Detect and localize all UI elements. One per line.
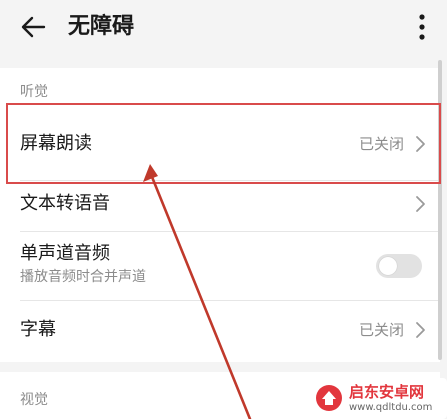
scrollbar[interactable] xyxy=(438,60,442,360)
chevron-right-icon xyxy=(416,136,425,152)
watermark-logo-icon xyxy=(316,385,342,411)
watermark-name: 启东安卓网 xyxy=(349,383,425,401)
watermark-url: www.qdltdu.com xyxy=(349,402,433,413)
setting-status: 已关闭 xyxy=(358,321,404,339)
setting-row-screen-reader[interactable]: 屏幕朗读 已关闭 xyxy=(0,108,440,180)
setting-row-captions[interactable]: 字幕 已关闭 xyxy=(0,301,440,361)
chevron-right-icon xyxy=(416,196,425,212)
section-header-vision: 视觉 xyxy=(20,392,48,408)
arrow-left-icon[interactable] xyxy=(18,12,48,42)
setting-row-text-to-speech[interactable]: 文本转语音 xyxy=(0,181,440,231)
setting-label: 字幕 xyxy=(20,319,56,340)
setting-description: 播放音频时合并声道 xyxy=(20,269,146,285)
setting-row-mono-audio: 单声道音频 播放音频时合并声道 xyxy=(0,232,440,300)
chevron-right-icon xyxy=(416,322,425,338)
hearing-settings-card: 听觉 屏幕朗读 已关闭 文本转语音 单声道音频 播放音频时合并声道 字幕 已关闭 xyxy=(0,68,440,362)
setting-status: 已关闭 xyxy=(358,135,404,153)
more-vertical-icon[interactable] xyxy=(412,10,432,44)
toggle-knob xyxy=(379,257,397,275)
setting-label: 文本转语音 xyxy=(20,193,110,214)
setting-label: 单声道音频 xyxy=(20,243,110,264)
site-watermark: 启东安卓网 www.qdltdu.com xyxy=(305,378,447,419)
mono-audio-toggle[interactable] xyxy=(376,254,422,278)
section-header-hearing: 听觉 xyxy=(20,84,48,100)
top-app-bar: 无障碍 xyxy=(0,0,447,54)
page-title: 无障碍 xyxy=(68,14,135,39)
setting-label: 屏幕朗读 xyxy=(20,133,92,154)
